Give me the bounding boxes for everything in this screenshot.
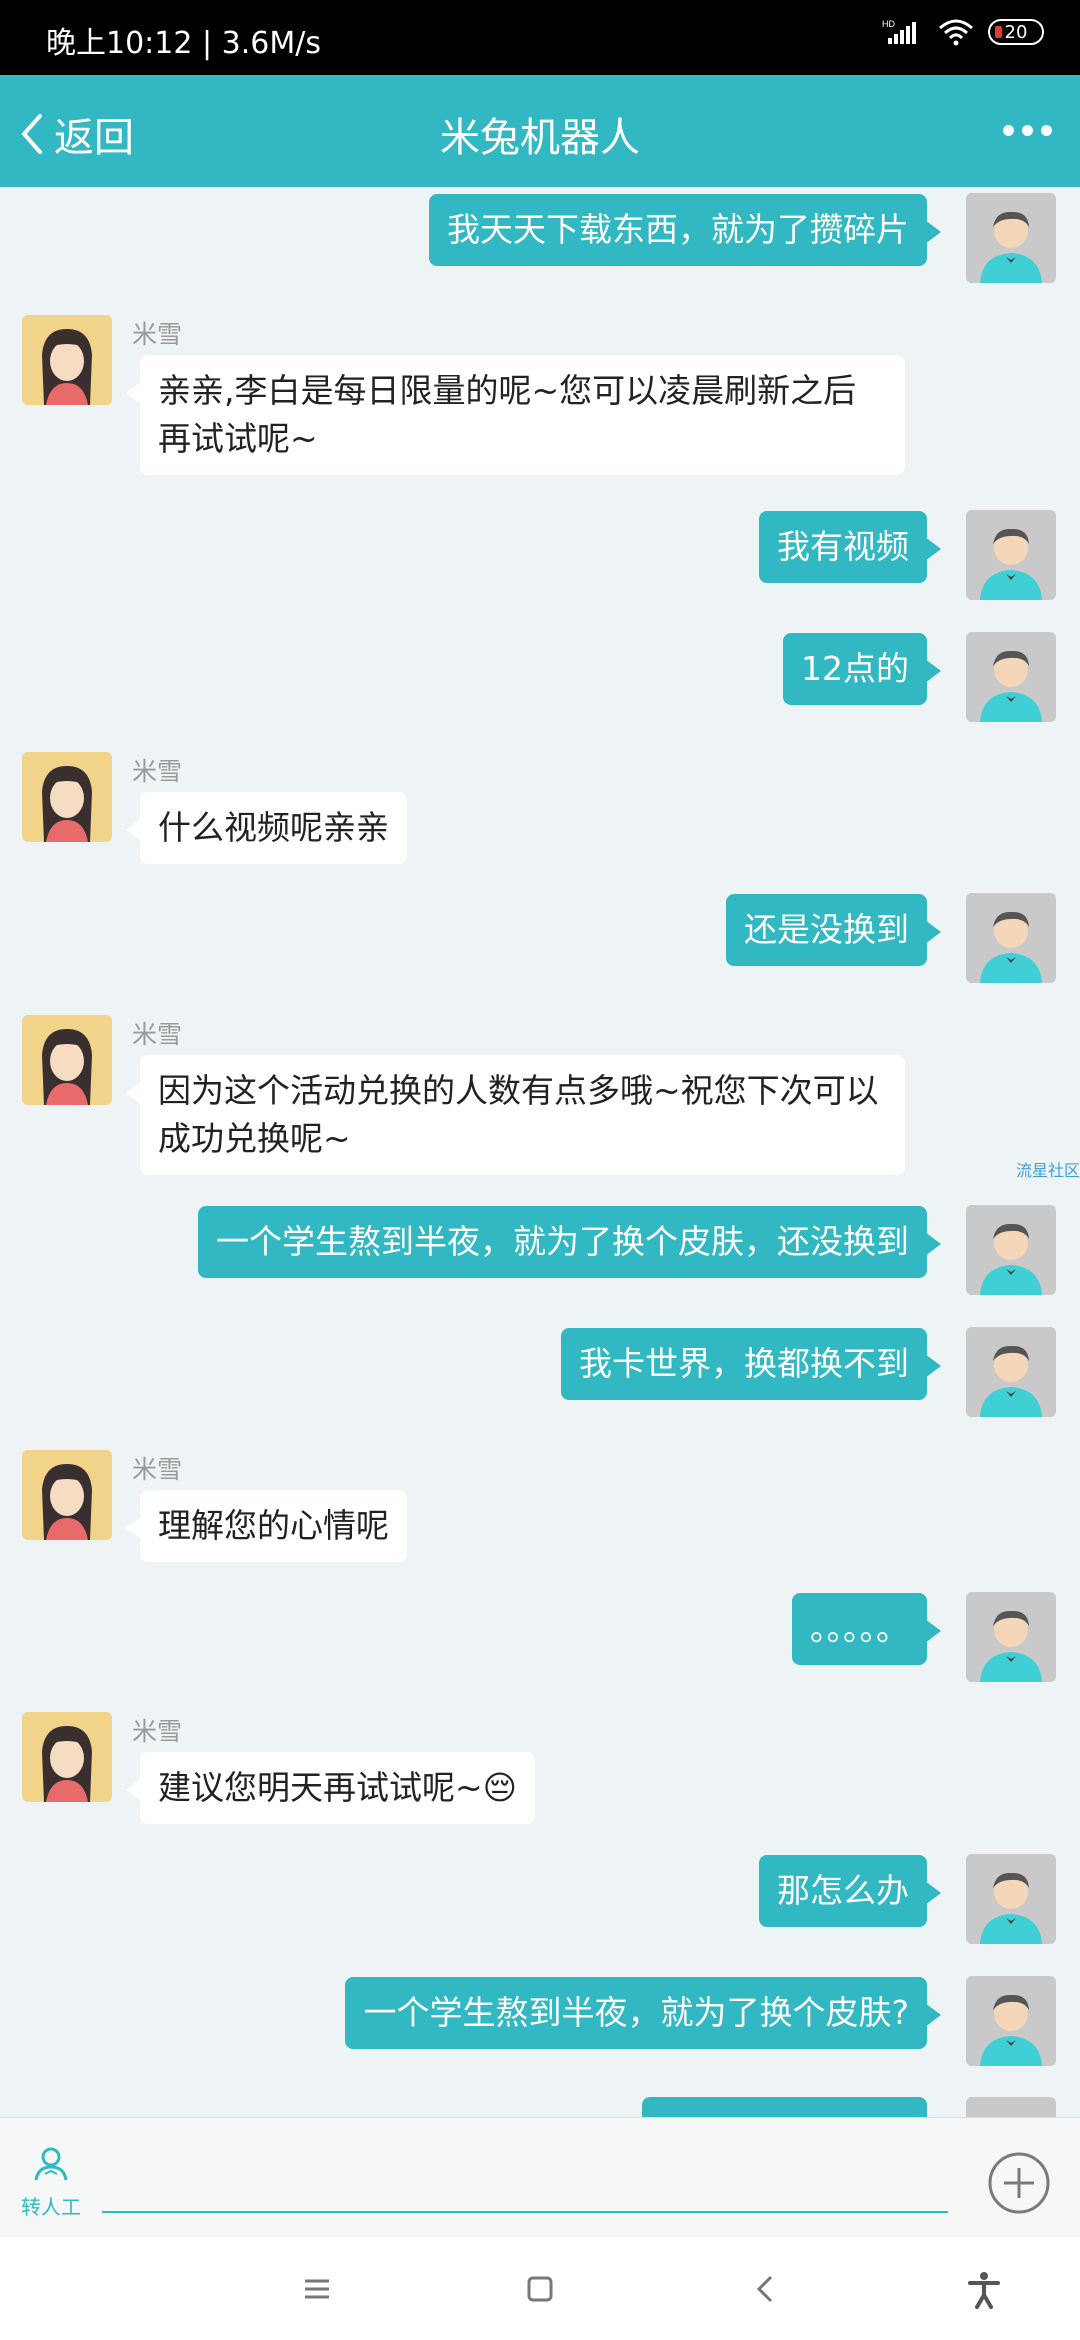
plus-circle-icon[interactable] bbox=[988, 2152, 1050, 2214]
home-icon[interactable] bbox=[518, 2267, 562, 2311]
message-bubble[interactable]: 一个学生熬到半夜，就为了换个皮肤，还没换到 bbox=[198, 1206, 941, 1278]
message-bubble[interactable]: 那怎么办 bbox=[759, 1855, 941, 1927]
message-bubble[interactable]: 一个学生熬到半夜，就为了换个皮肤? bbox=[345, 1977, 941, 2049]
chat-list[interactable]: 我天天下载东西，就为了攒碎片 米雪 亲亲,李白是每日限量的呢~您可以凌晨刷新之后… bbox=[0, 187, 1080, 2117]
watermark: 流星社区 bbox=[1015, 1161, 1080, 1180]
bot-avatar[interactable] bbox=[22, 1015, 112, 1105]
message-row: 米雪 建议您明天再试试呢~😔 bbox=[0, 1712, 1080, 1832]
transfer-human-button[interactable]: 转人工 bbox=[18, 2144, 84, 2220]
user-avatar[interactable] bbox=[966, 1854, 1056, 1944]
agent-icon bbox=[34, 2147, 68, 2181]
page-title: 米兔机器人 bbox=[440, 115, 640, 161]
message-bubble[interactable]: 我有视频 bbox=[759, 511, 941, 583]
message-bubble[interactable]: 亲亲,李白是每日限量的呢~您可以凌晨刷新之后再试试呢~ bbox=[126, 355, 905, 475]
message-bubble[interactable]: 。。。。。 bbox=[792, 1593, 941, 1665]
message-bubble[interactable]: 理解您的心情呢 bbox=[126, 1490, 407, 1562]
sender-name: 米雪 bbox=[132, 1717, 183, 1746]
message-bubble[interactable]: 因为这个活动兑换的人数有点多哦~祝您下次可以成功兑换呢~ bbox=[126, 1055, 905, 1175]
user-avatar[interactable] bbox=[966, 510, 1056, 600]
message-row: 米雪 因为这个活动兑换的人数有点多哦~祝您下次可以成功兑换呢~ bbox=[0, 1015, 1080, 1185]
sender-name: 米雪 bbox=[132, 757, 183, 786]
system-nav-bar bbox=[0, 2237, 1080, 2340]
message-row: 米雪 理解您的心情呢 bbox=[0, 1450, 1080, 1570]
svg-text:HD: HD bbox=[882, 19, 895, 29]
battery-icon: 20 bbox=[988, 19, 1044, 45]
status-bar: 晚上10:12 | 3.6M/s HD 20 bbox=[0, 0, 1080, 75]
bot-avatar[interactable] bbox=[22, 315, 112, 405]
user-avatar[interactable] bbox=[966, 893, 1056, 983]
message-input[interactable] bbox=[102, 2138, 948, 2213]
message-row: 一个学生熬到半夜，就为了换个皮肤，还没换到 bbox=[0, 1205, 1080, 1295]
user-avatar[interactable] bbox=[966, 1592, 1056, 1682]
message-bubble[interactable]: 12点的 bbox=[783, 633, 941, 705]
message-bubble[interactable]: 什么视频呢亲亲 bbox=[126, 792, 407, 864]
back-nav-icon[interactable] bbox=[744, 2267, 788, 2311]
message-bubble[interactable]: 建议您明天再试试呢~😔 bbox=[125, 1752, 536, 1824]
user-avatar[interactable] bbox=[966, 2097, 1056, 2117]
sender-name: 米雪 bbox=[132, 1020, 183, 1049]
message-row: 我卡世界，换都换不到 bbox=[0, 1327, 1080, 1417]
bot-avatar[interactable] bbox=[22, 1450, 112, 1540]
transfer-human-label: 转人工 bbox=[21, 2195, 81, 2219]
bot-avatar[interactable] bbox=[22, 752, 112, 842]
wifi-icon bbox=[939, 19, 973, 46]
user-avatar[interactable] bbox=[966, 1205, 1056, 1295]
message-row: 。。。。。 bbox=[0, 1592, 1080, 1682]
message-row: 米雪 什么视频呢亲亲 bbox=[0, 752, 1080, 872]
message-bubble-partial[interactable] bbox=[642, 2097, 927, 2117]
app-header: 返回 米兔机器人 bbox=[0, 75, 1080, 187]
message-bubble[interactable]: 我天天下载东西，就为了攒碎片 bbox=[429, 194, 941, 266]
user-avatar[interactable] bbox=[966, 193, 1056, 283]
user-avatar[interactable] bbox=[966, 1976, 1056, 2066]
message-bubble[interactable]: 我卡世界，换都换不到 bbox=[561, 1328, 941, 1400]
message-row: 我有视频 bbox=[0, 510, 1080, 600]
signal-icon: HD bbox=[882, 19, 916, 44]
message-row: 还是没换到 bbox=[0, 893, 1080, 983]
message-row: 米雪 亲亲,李白是每日限量的呢~您可以凌晨刷新之后再试试呢~ bbox=[0, 315, 1080, 475]
battery-level: 20 bbox=[1004, 21, 1028, 43]
user-avatar[interactable] bbox=[966, 1327, 1056, 1417]
message-row: 12点的 bbox=[0, 632, 1080, 722]
user-avatar[interactable] bbox=[966, 632, 1056, 722]
more-icon[interactable] bbox=[1003, 125, 1052, 136]
sender-name: 米雪 bbox=[132, 1455, 183, 1484]
input-bar: 转人工 bbox=[0, 2117, 1080, 2237]
status-time: 晚上10:12 | 3.6M/s bbox=[46, 26, 321, 61]
message-row: 我天天下载东西，就为了攒碎片 bbox=[0, 193, 1080, 283]
message-bubble[interactable]: 还是没换到 bbox=[726, 894, 941, 966]
sender-name: 米雪 bbox=[132, 320, 183, 349]
menu-icon[interactable] bbox=[295, 2267, 339, 2311]
message-row: 一个学生熬到半夜，就为了换个皮肤? bbox=[0, 1976, 1080, 2066]
message-row-partial bbox=[0, 2097, 1080, 2117]
bot-avatar[interactable] bbox=[22, 1712, 112, 1802]
message-row: 那怎么办 bbox=[0, 1854, 1080, 1944]
accessibility-icon[interactable] bbox=[962, 2267, 1006, 2311]
